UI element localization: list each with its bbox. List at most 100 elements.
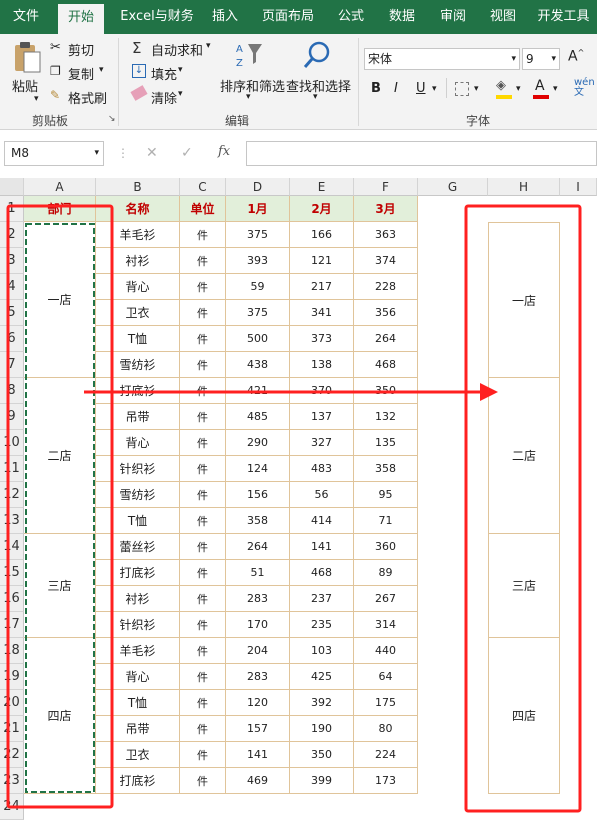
table-cell-m3[interactable]: 135 [354,430,418,456]
table-cell-m3[interactable]: 374 [354,248,418,274]
table-cell-m2[interactable]: 392 [290,690,354,716]
ribbon-tab[interactable]: 页面布局 [252,0,324,34]
table-cell-m3[interactable]: 358 [354,456,418,482]
cut-button[interactable]: 剪切 [68,40,94,59]
table-cell-m2[interactable]: 327 [290,430,354,456]
unmerged-department-box[interactable]: 二店 [488,378,560,534]
table-cell-m2[interactable]: 373 [290,326,354,352]
row-header[interactable]: 5 [0,300,24,326]
table-cell-m3[interactable]: 80 [354,716,418,742]
table-cell-m2[interactable]: 166 [290,222,354,248]
unmerged-department-box[interactable]: 三店 [488,534,560,638]
ribbon-tab[interactable]: 开始 [58,4,104,34]
table-cell-unit[interactable]: 件 [180,326,226,352]
table-cell-name[interactable]: T恤 [96,326,180,352]
table-cell-name[interactable]: 羊毛衫 [96,638,180,664]
find-select-dropdown-icon[interactable]: ▾ [313,92,318,102]
table-cell-m1[interactable]: 124 [226,456,290,482]
enter-icon[interactable]: ✓ [181,145,193,161]
table-cell-unit[interactable]: 件 [180,716,226,742]
table-cell-m2[interactable]: 138 [290,352,354,378]
increase-font-size-icon[interactable]: A^ [568,48,584,65]
row-header[interactable]: 15 [0,560,24,586]
table-cell-m3[interactable]: 440 [354,638,418,664]
row-header[interactable]: 24 [0,794,24,820]
table-cell-unit[interactable]: 件 [180,404,226,430]
column-header-d[interactable]: D [226,178,290,196]
table-cell-m1[interactable]: 51 [226,560,290,586]
header-cell-m1[interactable]: 1月 [226,196,290,222]
paste-dropdown-icon[interactable]: ▾ [34,94,39,104]
borders-dropdown-icon[interactable]: ▾ [474,84,479,94]
table-cell-m1[interactable]: 469 [226,768,290,794]
clipboard-launcher-icon[interactable]: ↘ [108,114,116,124]
merged-department-cell[interactable]: 三店 [24,534,96,638]
table-cell-m1[interactable]: 358 [226,508,290,534]
paste-button[interactable]: 粘贴 [12,76,38,95]
row-header[interactable]: 12 [0,482,24,508]
ribbon-tab[interactable]: 文件 [0,0,52,34]
table-cell-unit[interactable]: 件 [180,768,226,794]
table-cell-name[interactable]: 吊带 [96,404,180,430]
table-cell-m1[interactable]: 120 [226,690,290,716]
font-color-dropdown-icon[interactable]: ▾ [553,84,558,94]
table-cell-m1[interactable]: 283 [226,586,290,612]
row-header[interactable]: 16 [0,586,24,612]
table-cell-unit[interactable]: 件 [180,222,226,248]
table-cell-m1[interactable]: 157 [226,716,290,742]
table-cell-m3[interactable]: 267 [354,586,418,612]
merged-department-cell[interactable]: 二店 [24,378,96,534]
table-cell-name[interactable]: 羊毛衫 [96,222,180,248]
table-cell-m2[interactable]: 190 [290,716,354,742]
row-header[interactable]: 19 [0,664,24,690]
table-cell-name[interactable]: 背心 [96,664,180,690]
row-header[interactable]: 23 [0,768,24,794]
row-header[interactable]: 10 [0,430,24,456]
row-header[interactable]: 17 [0,612,24,638]
table-cell-name[interactable]: 雪纺衫 [96,352,180,378]
table-cell-m1[interactable]: 438 [226,352,290,378]
table-cell-name[interactable]: 打底衫 [96,560,180,586]
table-cell-name[interactable]: 蕾丝衫 [96,534,180,560]
table-cell-m3[interactable]: 71 [354,508,418,534]
table-cell-unit[interactable]: 件 [180,352,226,378]
row-header[interactable]: 22 [0,742,24,768]
table-cell-unit[interactable]: 件 [180,586,226,612]
table-cell-unit[interactable]: 件 [180,742,226,768]
row-header[interactable]: 21 [0,716,24,742]
bold-icon[interactable]: B [371,81,381,96]
fill-color-icon[interactable]: ◈ [496,78,506,93]
merged-department-cell[interactable]: 四店 [24,638,96,794]
table-cell-m3[interactable]: 224 [354,742,418,768]
column-header-c[interactable]: C [180,178,226,196]
paste-icon[interactable] [12,40,42,74]
font-size-dropdown-icon[interactable]: ▾ [551,49,556,69]
cancel-icon[interactable]: ✕ [146,145,158,161]
ribbon-tab[interactable]: 开发工具 [530,0,597,34]
table-cell-unit[interactable]: 件 [180,690,226,716]
table-cell-name[interactable]: T恤 [96,508,180,534]
row-header[interactable]: 7 [0,352,24,378]
table-cell-unit[interactable]: 件 [180,560,226,586]
row-header[interactable]: 11 [0,456,24,482]
table-cell-m2[interactable]: 350 [290,742,354,768]
autosum-dropdown-icon[interactable]: ▾ [206,41,211,51]
table-cell-m3[interactable]: 363 [354,222,418,248]
table-cell-m3[interactable]: 360 [354,534,418,560]
table-cell-m1[interactable]: 141 [226,742,290,768]
row-header[interactable]: 2 [0,222,24,248]
table-cell-m2[interactable]: 141 [290,534,354,560]
table-cell-m1[interactable]: 290 [226,430,290,456]
table-cell-m2[interactable]: 483 [290,456,354,482]
column-header-f[interactable]: F [354,178,418,196]
table-cell-m3[interactable]: 175 [354,690,418,716]
ribbon-tab[interactable]: 视图 [482,0,524,34]
table-cell-unit[interactable]: 件 [180,534,226,560]
row-header[interactable]: 13 [0,508,24,534]
font-name-select[interactable]: 宋体 ▾ [364,48,520,70]
ribbon-tab[interactable]: 数据 [380,0,424,34]
row-header[interactable]: 18 [0,638,24,664]
sort-filter-dropdown-icon[interactable]: ▾ [246,92,251,102]
autosum-button[interactable]: 自动求和 [151,40,203,59]
table-cell-m1[interactable]: 393 [226,248,290,274]
